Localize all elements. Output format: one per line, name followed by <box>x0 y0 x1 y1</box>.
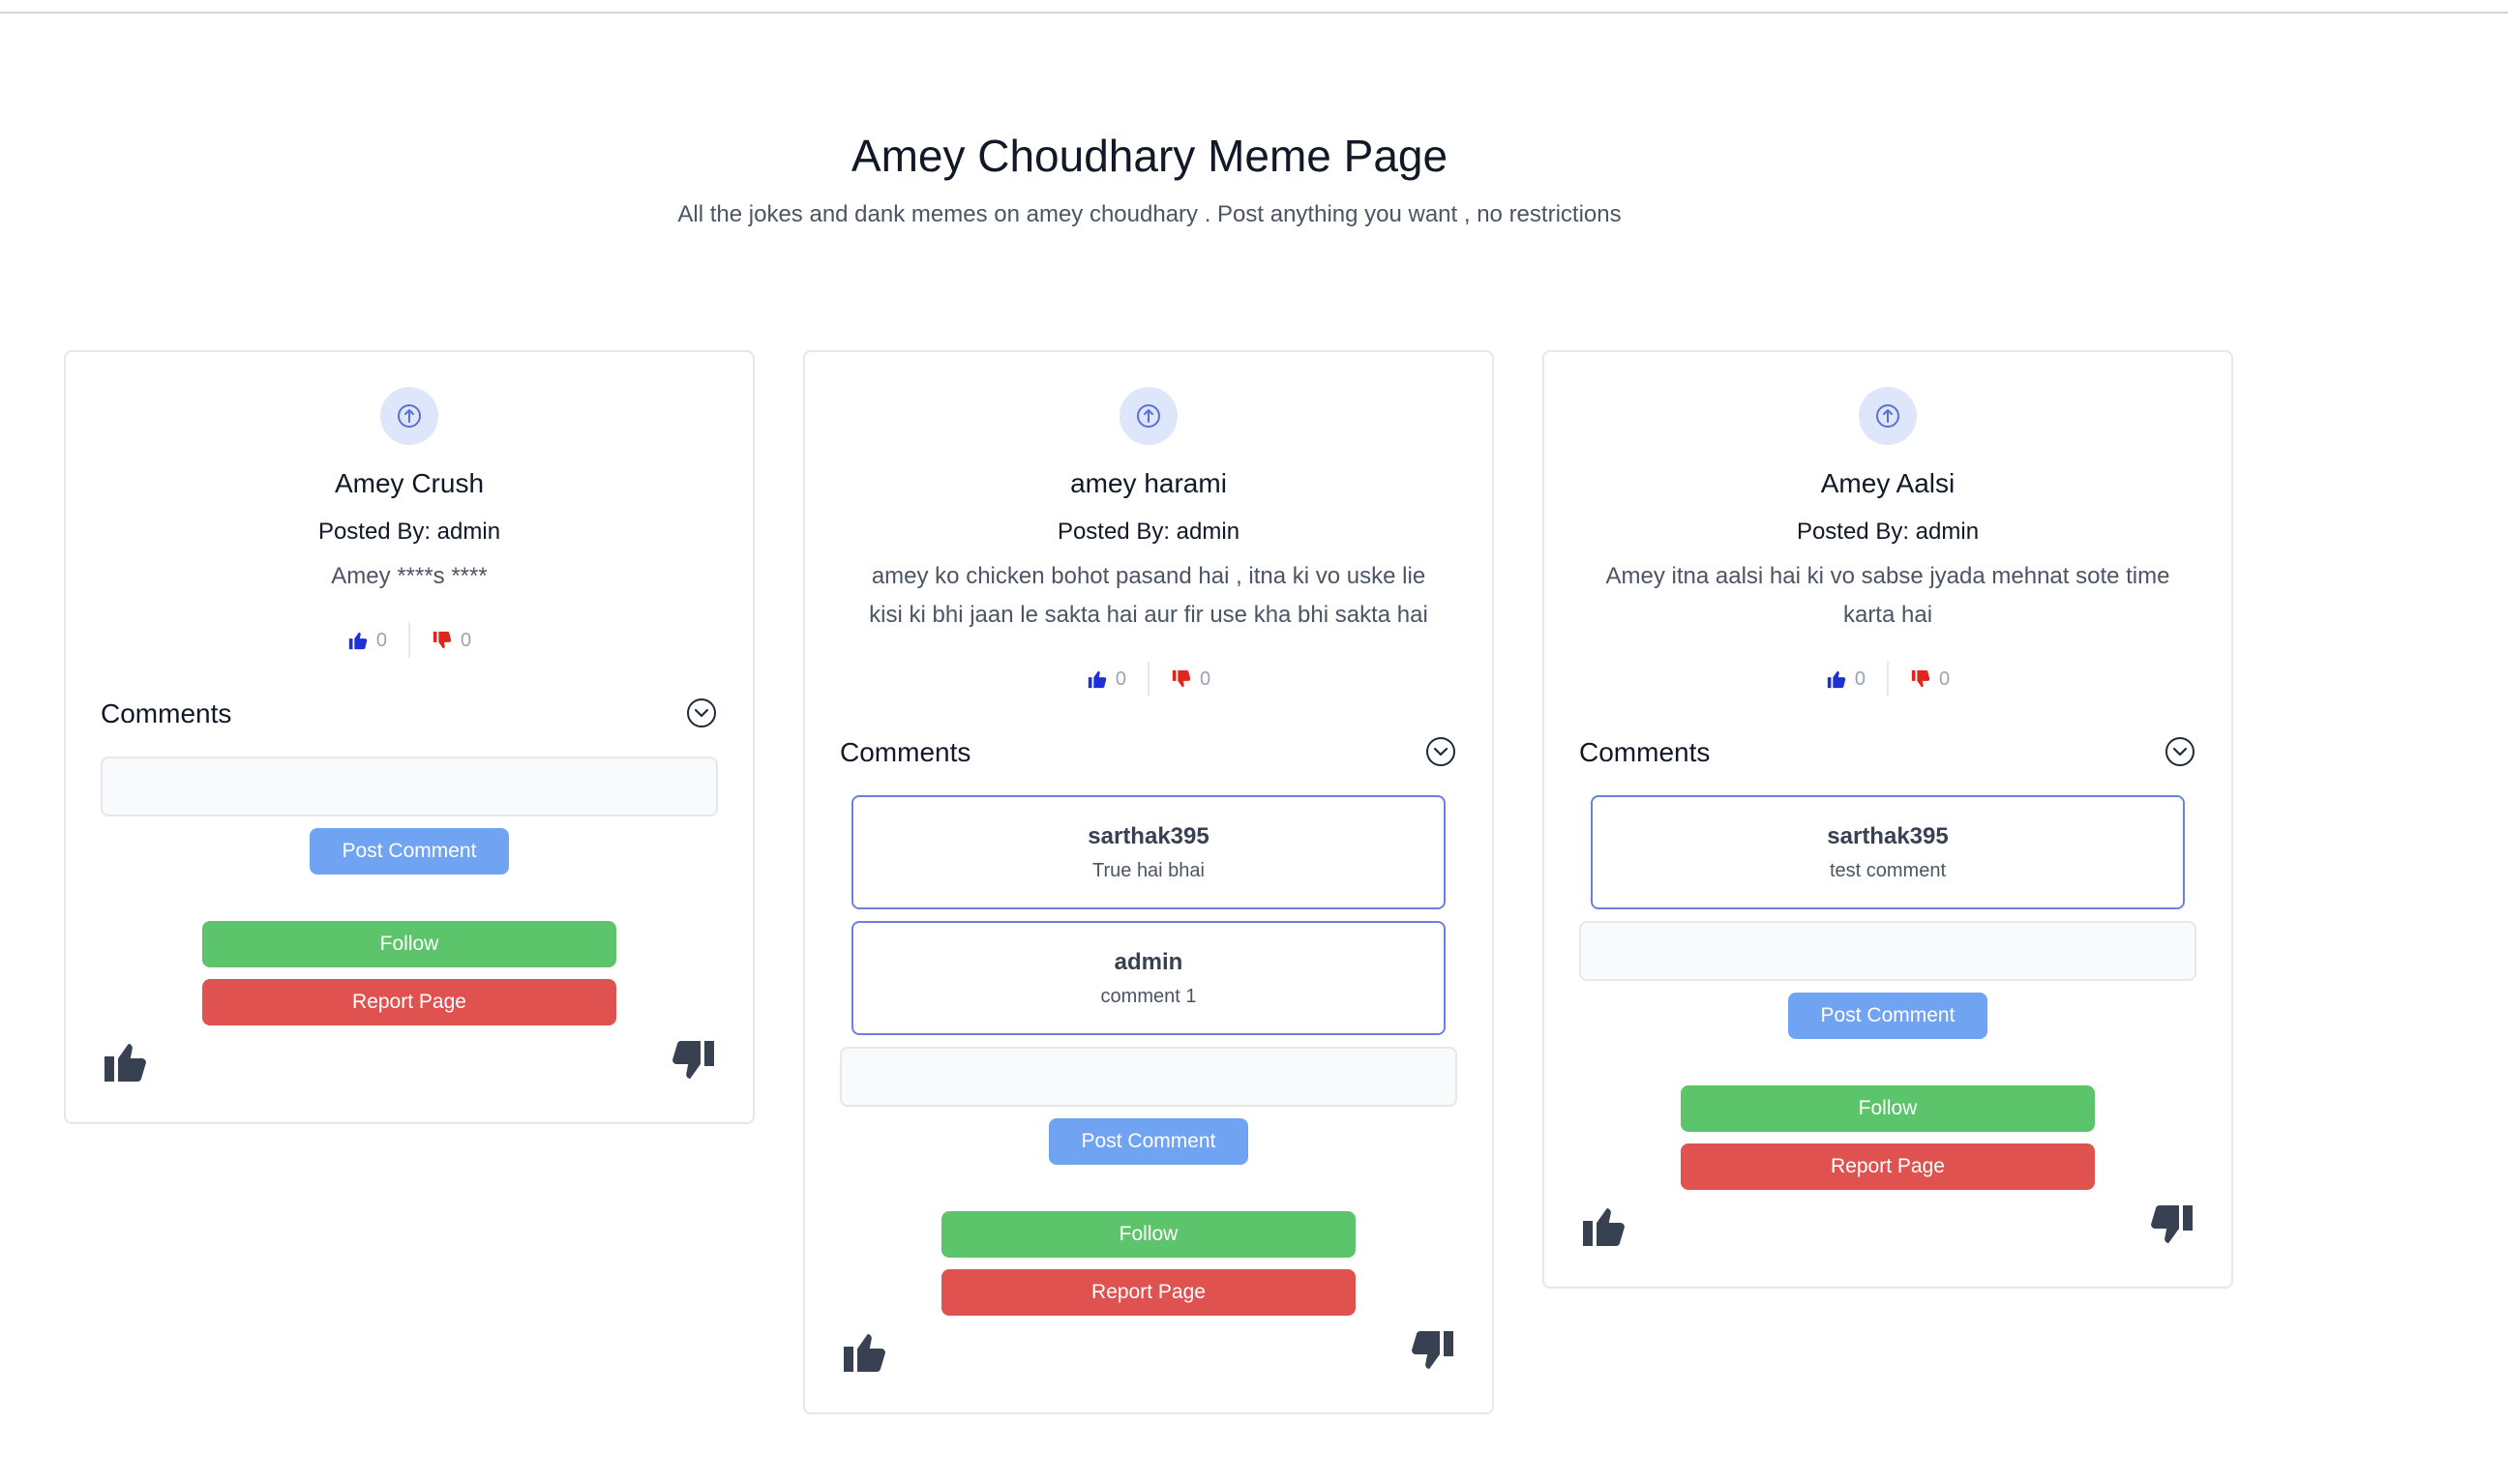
report-page-button[interactable]: Report Page <box>202 979 616 1025</box>
upload-icon <box>1876 404 1899 428</box>
comments-label: Comments <box>1579 737 1711 767</box>
chevron-down-circle-icon[interactable] <box>1424 735 1457 768</box>
posted-by: Posted By: admin <box>1057 519 1240 545</box>
dislike-count: 0 <box>1200 668 1211 690</box>
vote-counts: 0 0 <box>1579 662 2196 697</box>
top-border <box>0 0 2508 14</box>
report-page-button[interactable]: Report Page <box>941 1269 1356 1316</box>
post-body: Amey itna aalsi hai ki vo sabse jyada me… <box>1605 563 2170 628</box>
post-body: Amey ****s **** <box>331 563 488 589</box>
thumbs-down-icon <box>1911 669 1930 688</box>
comments-header: Comments <box>1579 735 2196 768</box>
post-comment-button[interactable]: Post Comment <box>1049 1118 1248 1165</box>
post-title: Amey Crush <box>334 468 485 498</box>
like-count-button[interactable]: 0 <box>1065 668 1148 691</box>
post-card: Amey Crush Posted By: admin Amey ****s *… <box>64 350 755 1124</box>
thumbs-down-icon <box>1172 669 1191 688</box>
comment-input[interactable] <box>1579 921 2196 981</box>
thumbs-up-large-icon[interactable] <box>103 1039 149 1083</box>
comments-label: Comments <box>101 698 232 728</box>
posted-by: Posted By: admin <box>317 519 501 545</box>
follow-button[interactable]: Follow <box>202 921 616 967</box>
comment-username: sarthak395 <box>1088 822 1209 849</box>
upload-icon <box>1137 404 1160 428</box>
post-comment-button[interactable]: Post Comment <box>1788 993 1987 1039</box>
post-avatar <box>380 387 438 445</box>
post-card: amey harami Posted By: admin amey ko chi… <box>803 350 1494 1414</box>
thumbs-up-large-icon[interactable] <box>842 1329 888 1374</box>
post-body: amey ko chicken bohot pasand hai , itna … <box>869 563 1428 628</box>
thumbs-down-large-icon[interactable] <box>1409 1329 1455 1374</box>
dislike-count-button[interactable]: 0 <box>1150 668 1232 691</box>
post-card: Amey Aalsi Posted By: admin Amey itna aa… <box>1542 350 2233 1289</box>
chevron-down-circle-icon[interactable] <box>2164 735 2196 768</box>
thumbs-up-icon <box>1827 670 1846 689</box>
follow-button[interactable]: Follow <box>1681 1085 2095 1132</box>
thumbs-down-icon <box>433 631 452 649</box>
card-vote-actions <box>101 1039 718 1083</box>
thumbs-up-icon <box>348 632 368 650</box>
dislike-count: 0 <box>461 629 472 651</box>
comment-item: admin comment 1 <box>851 921 1446 1035</box>
thumbs-down-large-icon[interactable] <box>670 1039 716 1083</box>
comment-text: True hai bhai <box>1092 859 1205 881</box>
dislike-count-button[interactable]: 0 <box>410 630 493 652</box>
thumbs-down-large-icon[interactable] <box>2148 1203 2194 1248</box>
like-count: 0 <box>1854 668 1866 690</box>
comments-header: Comments <box>840 735 1457 768</box>
upload-icon <box>398 404 421 428</box>
vote-counts: 0 0 <box>840 662 1457 697</box>
comment-item: sarthak395 True hai bhai <box>851 795 1446 909</box>
comment-input[interactable] <box>840 1047 1457 1107</box>
post-avatar <box>1859 387 1917 445</box>
like-count: 0 <box>375 629 387 651</box>
card-vote-actions <box>840 1329 1457 1374</box>
chevron-down-circle-icon[interactable] <box>685 697 718 729</box>
comment-username: admin <box>1114 948 1183 975</box>
vote-counts: 0 0 <box>101 623 718 658</box>
card-vote-actions <box>1579 1203 2196 1248</box>
comments-label: Comments <box>840 737 971 767</box>
like-count: 0 <box>1115 668 1126 690</box>
post-comment-button[interactable]: Post Comment <box>310 828 509 875</box>
post-avatar <box>1120 387 1178 445</box>
follow-button[interactable]: Follow <box>941 1211 1356 1258</box>
page-title: Amey Choudhary Meme Page <box>851 131 1448 181</box>
dislike-count-button[interactable]: 0 <box>1889 668 1971 691</box>
post-title: Amey Aalsi <box>1820 468 1956 498</box>
comment-input[interactable] <box>101 757 718 816</box>
comments-header: Comments <box>101 697 718 729</box>
like-count-button[interactable]: 0 <box>326 630 408 652</box>
comment-text: test comment <box>1829 859 1947 881</box>
dislike-count: 0 <box>1939 668 1951 690</box>
comment-username: sarthak395 <box>1827 822 1949 849</box>
posted-by: Posted By: admin <box>1796 519 1980 545</box>
thumbs-up-large-icon[interactable] <box>1581 1203 1627 1248</box>
page-subtitle: All the jokes and dank memes on amey cho… <box>677 201 1622 227</box>
like-count-button[interactable]: 0 <box>1805 668 1887 691</box>
comment-text: comment 1 <box>1100 985 1197 1007</box>
comment-item: sarthak395 test comment <box>1591 795 2185 909</box>
thumbs-up-icon <box>1088 670 1107 689</box>
post-title: amey harami <box>1070 468 1227 498</box>
report-page-button[interactable]: Report Page <box>1681 1143 2095 1190</box>
